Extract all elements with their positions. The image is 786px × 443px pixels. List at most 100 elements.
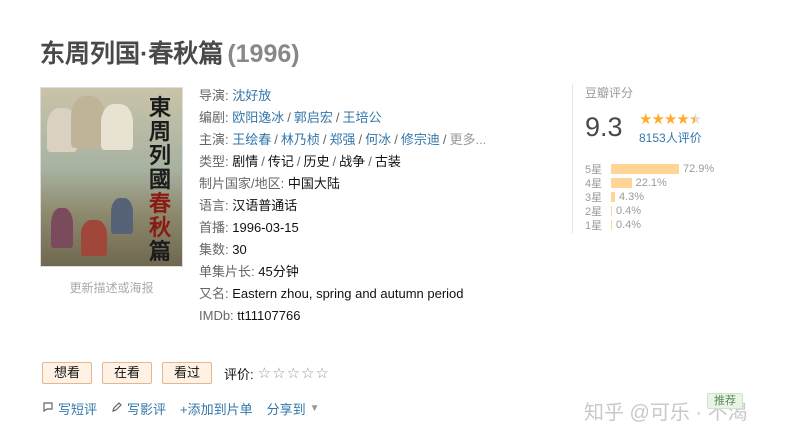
writer-link[interactable]: 欧阳逸冰 bbox=[232, 110, 284, 125]
write-review-link[interactable]: 写影评 bbox=[111, 399, 166, 418]
cast-link[interactable]: 修宗迪 bbox=[401, 132, 440, 147]
separator: / bbox=[322, 132, 327, 147]
director-link[interactable]: 沈好放 bbox=[232, 88, 271, 103]
separator: / bbox=[296, 154, 301, 169]
star-icon: ★ bbox=[639, 111, 652, 128]
rating-bar-row: 5星 72.9% bbox=[585, 162, 714, 176]
calligraphy-char: 秋 bbox=[148, 215, 171, 241]
rating-count-link[interactable]: 8153人评价 bbox=[639, 129, 702, 146]
show-name: 东周列国·春秋篇 bbox=[40, 40, 224, 68]
star-icon: ★ bbox=[663, 111, 677, 128]
country-row: 制片国家/地区: 中国大陆 bbox=[199, 176, 340, 191]
comment-icon bbox=[42, 401, 54, 416]
episodes-value: 30 bbox=[232, 242, 247, 257]
separator: / bbox=[287, 110, 291, 125]
share-dropdown[interactable]: 分享到 ▼ bbox=[267, 399, 320, 418]
rating-bar bbox=[611, 220, 612, 230]
action-bar: 想看 在看 看过 评价: ☆☆☆☆☆ bbox=[42, 362, 330, 384]
half-star-icon: ★ bbox=[688, 111, 702, 128]
bottom-links: 写短评 写影评 +添加到片单 分享到 ▼ bbox=[42, 399, 334, 418]
recommend-badge[interactable]: 推荐 bbox=[707, 393, 743, 409]
writer-row: 编剧: 欧阳逸冰 / 郭启宏 / 王培公 bbox=[199, 110, 382, 125]
rating-distribution: 5星 72.9% 4星 22.1% 3星 4.3% 2星 0.4% 1星 0.4% bbox=[585, 162, 714, 232]
cast-row: 主演: 王绘春 / 林乃桢 / 郑强 / 何冰 / 修宗迪 / 更多... bbox=[199, 132, 487, 147]
imdb-row: IMDb: tt11107766 bbox=[199, 308, 301, 323]
write-short-review-link[interactable]: 写短评 bbox=[42, 399, 97, 418]
writer-link[interactable]: 王培公 bbox=[343, 110, 382, 125]
premiere-row: 首播: 1996-03-15 bbox=[199, 220, 299, 235]
page-title: 东周列国·春秋篇 (1996) bbox=[40, 34, 300, 70]
cast-link[interactable]: 林乃桢 bbox=[281, 132, 320, 147]
rating-bar bbox=[611, 192, 615, 202]
star-icon: ★ bbox=[651, 111, 664, 128]
add-to-list-link[interactable]: +添加到片单 bbox=[180, 399, 253, 418]
genre-row: 类型: 剧情 / 传记 / 历史 / 战争 / 古装 bbox=[199, 154, 401, 169]
poster-image[interactable]: 東周列國春秋篇 bbox=[40, 87, 183, 267]
rating-bar-percent: 22.1% bbox=[635, 177, 667, 189]
cast-links[interactable]: 王绘春 / 林乃桢 / 郑强 / 何冰 / 修宗迪 bbox=[232, 132, 440, 147]
genre-value: 传记 bbox=[267, 154, 294, 169]
separator: / bbox=[394, 132, 398, 147]
runtime-row: 单集片长: 45分钟 bbox=[199, 264, 299, 279]
language-value: 汉语普通话 bbox=[232, 198, 298, 213]
rating-stars: ★★★★★ bbox=[639, 110, 702, 128]
star-icon: ★ bbox=[676, 111, 689, 128]
genre-value: 战争 bbox=[339, 154, 366, 169]
separator: / bbox=[332, 154, 337, 169]
rating-bar bbox=[611, 164, 679, 174]
language-row: 语言: 汉语普通话 bbox=[199, 198, 298, 213]
poster-update-link[interactable]: 更新描述或海报 bbox=[40, 279, 183, 296]
rating-bar-row: 3星 4.3% bbox=[585, 190, 714, 204]
rating-bar-percent: 0.4% bbox=[616, 205, 642, 217]
info-block: 导演: 沈好放 编剧: 欧阳逸冰 / 郭启宏 / 王培公 主演: 王绘春 / 林乃桢 / 郑强 /… bbox=[199, 85, 486, 327]
separator: / bbox=[335, 110, 340, 125]
watching-button[interactable]: 在看 bbox=[102, 362, 153, 384]
aka-row: 又名: Eastern zhou, spring and autumn peri… bbox=[199, 286, 464, 301]
rating-bar-percent: 72.9% bbox=[683, 163, 715, 175]
rating-bar bbox=[611, 206, 612, 216]
watched-button[interactable]: 看过 bbox=[162, 362, 213, 384]
rating-bar bbox=[611, 178, 632, 188]
chevron-down-icon: ▼ bbox=[309, 403, 320, 414]
calligraphy-char: 國 bbox=[148, 167, 171, 193]
cast-link[interactable]: 郑强 bbox=[330, 132, 356, 147]
cast-link[interactable]: 何冰 bbox=[365, 132, 391, 147]
premiere-value: 1996-03-15 bbox=[232, 220, 299, 235]
episodes-row: 集数: 30 bbox=[199, 242, 247, 257]
poster-calligraphy: 東周列國春秋篇 bbox=[141, 96, 179, 264]
director-row: 导演: 沈好放 bbox=[199, 88, 272, 103]
rating-bar-label: 1星 bbox=[585, 220, 603, 232]
rating-score: 9.3 bbox=[585, 112, 623, 142]
rating-header: 豆瓣评分 bbox=[585, 86, 634, 100]
calligraphy-char: 春 bbox=[148, 191, 171, 217]
calligraphy-char: 列 bbox=[148, 143, 171, 169]
separator: / bbox=[261, 154, 265, 169]
separator: / bbox=[368, 154, 372, 169]
calligraphy-char: 周 bbox=[148, 119, 171, 145]
genre-value: 历史 bbox=[303, 154, 330, 169]
rate-stars-input[interactable]: ☆☆☆☆☆ bbox=[258, 364, 330, 382]
cast-link[interactable]: 王绘春 bbox=[232, 132, 271, 147]
imdb-value: tt11107766 bbox=[237, 308, 301, 323]
rating-bar-row: 4星 22.1% bbox=[585, 176, 714, 190]
rating-bar-percent: 0.4% bbox=[616, 219, 642, 231]
country-value: 中国大陆 bbox=[287, 176, 340, 191]
writer-link[interactable]: 郭启宏 bbox=[294, 110, 333, 125]
cast-more-link[interactable]: 更多... bbox=[449, 132, 486, 147]
rate-label: 评价: bbox=[224, 366, 254, 382]
rating-bar-row: 1星 0.4% bbox=[585, 218, 714, 232]
separator: / bbox=[274, 132, 278, 147]
separator: / bbox=[358, 132, 363, 147]
rating-bar-percent: 4.3% bbox=[619, 191, 645, 203]
genre-value: 剧情 bbox=[232, 154, 259, 169]
calligraphy-char: 篇 bbox=[148, 239, 171, 265]
want-to-watch-button[interactable]: 想看 bbox=[42, 362, 93, 384]
pencil-icon bbox=[111, 401, 123, 416]
genre-value: 古装 bbox=[374, 154, 401, 169]
genre-values: 剧情 / 传记 / 历史 / 战争 / 古装 bbox=[232, 154, 401, 169]
rating-panel: 豆瓣评分 9.3 ★★★★★ 8153人评价 5星 72.9% 4星 22.1% 3星 4… bbox=[572, 84, 742, 234]
runtime-value: 45分钟 bbox=[258, 264, 299, 279]
show-year: (1996) bbox=[227, 40, 300, 68]
writer-links[interactable]: 欧阳逸冰 / 郭启宏 / 王培公 bbox=[232, 110, 381, 125]
calligraphy-char: 東 bbox=[148, 95, 171, 121]
